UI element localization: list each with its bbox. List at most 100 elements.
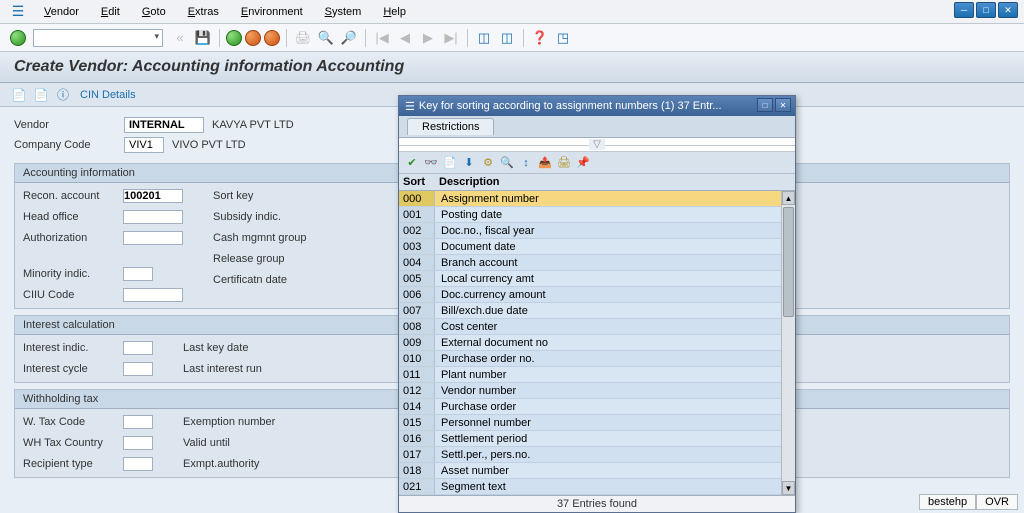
recon-account-label: Recon. account [23, 190, 123, 202]
print-icon[interactable]: 🖨 [293, 28, 313, 48]
collapse-icon[interactable]: « [170, 28, 190, 48]
popup-row-006[interactable]: 006Doc.currency amount [399, 287, 795, 303]
popup-row-014[interactable]: 014Purchase order [399, 399, 795, 415]
authorization-field[interactable] [123, 231, 183, 245]
app-menu-icon[interactable]: ☰ [10, 4, 26, 20]
scroll-thumb[interactable] [783, 207, 794, 317]
popup-titlebar[interactable]: ☰ Key for sorting according to assignmen… [399, 96, 795, 116]
row-desc: Personnel number [435, 417, 795, 429]
popup-row-001[interactable]: 001Posting date [399, 207, 795, 223]
tab-restrictions[interactable]: Restrictions [407, 118, 494, 135]
popup-row-015[interactable]: 015Personnel number [399, 415, 795, 431]
popup-row-002[interactable]: 002Doc.no., fiscal year [399, 223, 795, 239]
head-office-field[interactable] [123, 210, 183, 224]
popup-row-009[interactable]: 009External document no [399, 335, 795, 351]
menu-help[interactable]: Help [373, 3, 416, 21]
next-page-icon[interactable]: ▶ [418, 28, 438, 48]
vendor-field[interactable]: INTERNAL [124, 117, 204, 133]
col-header-desc[interactable]: Description [435, 176, 795, 188]
create-page-icon[interactable]: 📄 [10, 86, 28, 104]
popup-close-button[interactable]: ✕ [775, 98, 791, 112]
maximize-button[interactable]: □ [976, 2, 996, 18]
shortcut-icon[interactable]: ◫ [497, 28, 517, 48]
copy-page-icon[interactable]: 📄 [32, 86, 50, 104]
last-page-icon[interactable]: ▶| [441, 28, 461, 48]
popup-export-icon[interactable]: 📤 [536, 154, 554, 172]
certificatn-date-label: Certificatn date [213, 274, 313, 286]
popup-doc-icon[interactable]: 📄 [441, 154, 459, 172]
menu-edit[interactable]: Edit [91, 3, 130, 21]
cancel-icon[interactable] [264, 30, 280, 46]
interest-cycle-field[interactable] [123, 362, 153, 376]
col-header-sort[interactable]: Sort [399, 176, 435, 188]
save-icon[interactable]: 💾 [193, 28, 213, 48]
new-session-icon[interactable]: ◫ [474, 28, 494, 48]
popup-row-018[interactable]: 018Asset number [399, 463, 795, 479]
popup-title-text: Key for sorting according to assignment … [419, 100, 722, 112]
help-icon[interactable]: ❓ [530, 28, 550, 48]
cin-details-link[interactable]: CIN Details [80, 89, 136, 101]
menu-extras[interactable]: Extras [178, 3, 229, 21]
recipient-type-field[interactable] [123, 457, 153, 471]
first-page-icon[interactable]: |◀ [372, 28, 392, 48]
popup-row-017[interactable]: 017Settl.per., pers.no. [399, 447, 795, 463]
popup-sort-icon[interactable]: ↕ [517, 154, 535, 172]
minimize-button[interactable]: ─ [954, 2, 974, 18]
menu-goto[interactable]: Goto [132, 3, 176, 21]
enter-icon[interactable] [10, 30, 26, 46]
menu-vendor[interactable]: Vendor [34, 3, 89, 21]
layout-icon[interactable]: ◳ [553, 28, 573, 48]
popup-filter-icon[interactable]: ⚙ [479, 154, 497, 172]
popup-row-010[interactable]: 010Purchase order no. [399, 351, 795, 367]
command-field[interactable] [33, 29, 163, 47]
popup-row-021[interactable]: 021Segment text [399, 479, 795, 495]
popup-find-icon[interactable]: 🔍 [498, 154, 516, 172]
popup-print-icon[interactable]: 🖨 [555, 154, 573, 172]
popup-row-007[interactable]: 007Bill/exch.due date [399, 303, 795, 319]
popup-pin-icon[interactable]: 📌 [574, 154, 592, 172]
row-sort: 001 [399, 207, 435, 222]
wtax-code-field[interactable] [123, 415, 153, 429]
popup-row-005[interactable]: 005Local currency amt [399, 271, 795, 287]
popup-glasses-icon[interactable]: 👓 [422, 154, 440, 172]
popup-scrollbar[interactable]: ▲ ▼ [781, 191, 795, 495]
subsidy-indic-label: Subsidy indic. [213, 211, 313, 223]
row-desc: Purchase order [435, 401, 795, 413]
minority-indic-field[interactable] [123, 267, 153, 281]
popup-row-004[interactable]: 004Branch account [399, 255, 795, 271]
popup-row-000[interactable]: 000Assignment number [399, 191, 795, 207]
find-icon[interactable]: 🔍 [316, 28, 336, 48]
exit-icon[interactable] [245, 30, 261, 46]
popup-row-011[interactable]: 011Plant number [399, 367, 795, 383]
info-icon[interactable]: ⓘ [54, 86, 72, 104]
ciiu-code-field[interactable] [123, 288, 183, 302]
popup-row-008[interactable]: 008Cost center [399, 319, 795, 335]
back-icon[interactable] [226, 30, 242, 46]
wtax-code-label: W. Tax Code [23, 416, 123, 428]
prev-page-icon[interactable]: ◀ [395, 28, 415, 48]
menu-system[interactable]: System [315, 3, 372, 21]
status-mode: OVR [976, 494, 1018, 510]
wh-tax-country-field[interactable] [123, 436, 153, 450]
page-title: Create Vendor: Accounting information Ac… [0, 52, 1024, 83]
row-sort: 017 [399, 447, 435, 462]
interest-indic-field[interactable] [123, 341, 153, 355]
popup-down-icon[interactable]: ⬇ [460, 154, 478, 172]
popup-row-003[interactable]: 003Document date [399, 239, 795, 255]
menu-environment[interactable]: Environment [231, 3, 313, 21]
popup-row-012[interactable]: 012Vendor number [399, 383, 795, 399]
scroll-down-icon[interactable]: ▼ [782, 481, 795, 495]
close-button[interactable]: ✕ [998, 2, 1018, 18]
row-sort: 004 [399, 255, 435, 270]
row-desc: External document no [435, 337, 795, 349]
scroll-up-icon[interactable]: ▲ [782, 191, 795, 205]
recon-account-field[interactable]: 100201 [123, 189, 183, 203]
company-code-field[interactable]: VIV1 [124, 137, 164, 153]
row-sort: 006 [399, 287, 435, 302]
popup-check-icon[interactable]: ✔ [403, 154, 421, 172]
popup-restore-button[interactable]: □ [757, 98, 773, 112]
head-office-label: Head office [23, 211, 123, 223]
popup-row-016[interactable]: 016Settlement period [399, 431, 795, 447]
find-next-icon[interactable]: 🔎 [339, 28, 359, 48]
wh-tax-country-label: WH Tax Country [23, 437, 123, 449]
